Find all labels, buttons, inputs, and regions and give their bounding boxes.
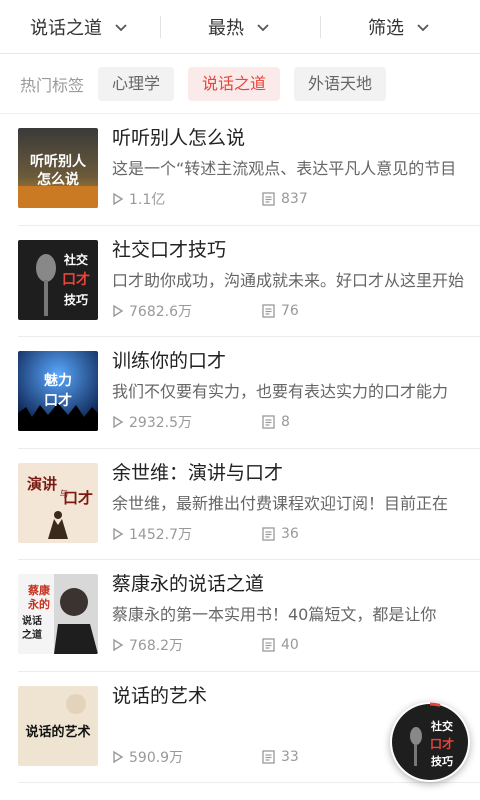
play-count: 1.1亿 [129,192,166,208]
svg-text:技巧: 技巧 [64,292,88,307]
episode-count: 36 [281,525,299,542]
play-icon [113,304,124,317]
list-item[interactable]: 社交 口才 技巧 社交口才技巧 口才助你成功，沟通成就未来。好口才从这里开始 7… [18,226,480,337]
album-list: 听听别人 怎么说 听听别人怎么说 这是一个“转述主流观点、表达平凡人意见的节目 … [0,114,480,783]
play-count: 590.9万 [129,749,184,766]
episode-list-icon [262,415,275,429]
album-title: 听听别人怎么说 [112,127,246,149]
episode-count: 76 [281,302,299,319]
play-count: 768.2万 [129,638,184,654]
play-icon [113,192,124,206]
list-item[interactable]: 演讲 与 口才 余世维：演讲与口才 余世维，最新推出付费课程欢迎订阅！目前正在 … [18,449,480,560]
filter-bar: 说话之道 最热 筛选 [0,0,480,54]
episode-list-icon [262,526,275,541]
play-count: 7682.6万 [129,303,192,320]
episode-list-icon [262,303,275,318]
svg-text:永的: 永的 [27,597,50,611]
episode-count: 8 [281,414,290,430]
mini-player-cover: 社交 口才 技巧 [392,702,468,780]
svg-text:社交: 社交 [430,719,453,733]
album-cover: 社交 口才 技巧 [18,239,98,320]
chevron-down-icon [254,18,272,36]
album-description: 口才助你成功，沟通成就未来。好口才从这里开始 [112,270,465,290]
play-icon [113,527,124,540]
category-filter[interactable]: 说话之道 [0,0,160,53]
cover-line-1: 听听别人 [30,153,87,170]
tag-psychology[interactable]: 心理学 [98,66,175,101]
episode-list-icon [262,749,275,764]
svg-text:说话的艺术: 说话的艺术 [25,724,90,740]
tag-foreign-language[interactable]: 外语天地 [294,66,387,101]
chevron-down-icon [112,18,130,36]
play-count: 2932.5万 [129,415,192,431]
play-count: 1452.7万 [129,526,192,543]
svg-text:说话: 说话 [22,614,42,627]
list-item[interactable]: 听听别人 怎么说 听听别人怎么说 这是一个“转述主流观点、表达平凡人意见的节目 … [18,114,480,226]
album-cover: 魅力 口才 [18,351,98,431]
episode-list-icon [262,192,275,206]
episode-count: 33 [281,748,299,765]
album-title: 蔡康永的说话之道 [112,573,265,595]
mini-player-button[interactable]: 社交 口才 技巧 [390,702,470,782]
screen-filter[interactable]: 筛选 [320,0,480,53]
svg-text:口才: 口才 [44,392,72,409]
album-description: 余世维，最新推出付费课程欢迎订阅！目前正在 [112,493,449,513]
play-icon [113,750,124,763]
episode-count: 837 [281,191,308,207]
album-title: 社交口才技巧 [112,238,227,261]
album-title: 余世维：演讲与口才 [112,461,284,484]
album-description: 这是一个“转述主流观点、表达平凡人意见的节目 [112,159,457,178]
list-item[interactable]: 蔡康 永的 说话 之道 蔡康永的说话之道 蔡康永的第一本实用书！40篇短文，都是… [18,560,480,672]
list-item[interactable]: 魅力 口才 训练你的口才 我们不仅要有实力，也要有表达实力的口才能力 2932.… [18,337,480,449]
album-cover: 蔡康 永的 说话 之道 [18,574,98,654]
chevron-down-icon [414,18,432,36]
category-filter-label: 说话之道 [30,17,102,39]
episode-count: 40 [281,637,299,653]
album-description: 我们不仅要有实力，也要有表达实力的口才能力 [112,382,449,401]
play-icon [113,415,124,429]
svg-text:之道: 之道 [22,628,42,641]
album-cover: 演讲 与 口才 [18,462,98,543]
cover-line-2: 怎么说 [37,171,79,188]
svg-text:口才: 口才 [63,489,93,507]
svg-text:技巧: 技巧 [431,754,453,768]
svg-text:社交: 社交 [63,252,88,267]
sort-filter-label: 最热 [208,17,244,39]
svg-text:魅力: 魅力 [44,372,72,389]
tag-speaking[interactable]: 说话之道 [188,66,281,101]
svg-text:口才: 口才 [62,271,90,288]
play-icon [113,638,124,652]
sort-filter[interactable]: 最热 [160,0,320,53]
svg-text:口才: 口才 [430,736,454,751]
album-title: 训练你的口才 [112,350,227,372]
album-cover: 听听别人 怎么说 [18,128,98,208]
hot-tags-bar: 热门标签 心理学 说话之道 外语天地 [0,54,480,114]
album-description: 蔡康永的第一本实用书！40篇短文，都是让你 [112,605,437,624]
svg-text:演讲: 演讲 [27,475,57,493]
svg-text:蔡康: 蔡康 [27,583,51,597]
hot-tags-label: 热门标签 [20,75,85,95]
screen-filter-label: 筛选 [368,17,404,39]
album-cover: 说话的艺术 [18,685,98,766]
episode-list-icon [262,638,275,652]
